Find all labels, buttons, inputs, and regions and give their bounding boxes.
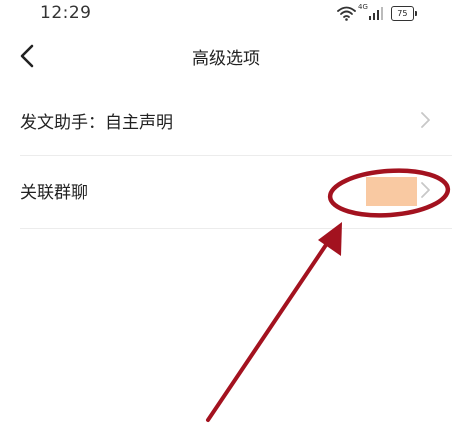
nav-header: 高级选项 xyxy=(0,30,452,82)
wifi-icon xyxy=(337,5,356,21)
chevron-right-icon xyxy=(419,180,433,200)
list-item-post-assistant[interactable]: 发文助手：自主声明 xyxy=(0,86,452,154)
list-item-label: 发文助手：自主声明 xyxy=(20,113,173,133)
status-icons: 4G 75 xyxy=(337,3,417,23)
list-item-label: 关联群聊 xyxy=(20,183,88,203)
divider xyxy=(20,228,452,229)
network-type-label: 4G xyxy=(358,3,368,11)
annotation-arrow-shaft xyxy=(206,234,334,422)
advanced-options-screen: 12:29 4G 75 高级选项 发文助手：自主声明 关联群聊 xyxy=(0,0,452,433)
status-bar: 12:29 4G 75 xyxy=(0,0,452,30)
status-time: 12:29 xyxy=(40,3,92,23)
signal-icon xyxy=(368,6,383,20)
redacted-value-block xyxy=(366,177,417,206)
page-title: 高级选项 xyxy=(192,49,260,69)
battery-icon: 75 xyxy=(390,5,417,21)
chevron-right-icon xyxy=(419,110,433,130)
